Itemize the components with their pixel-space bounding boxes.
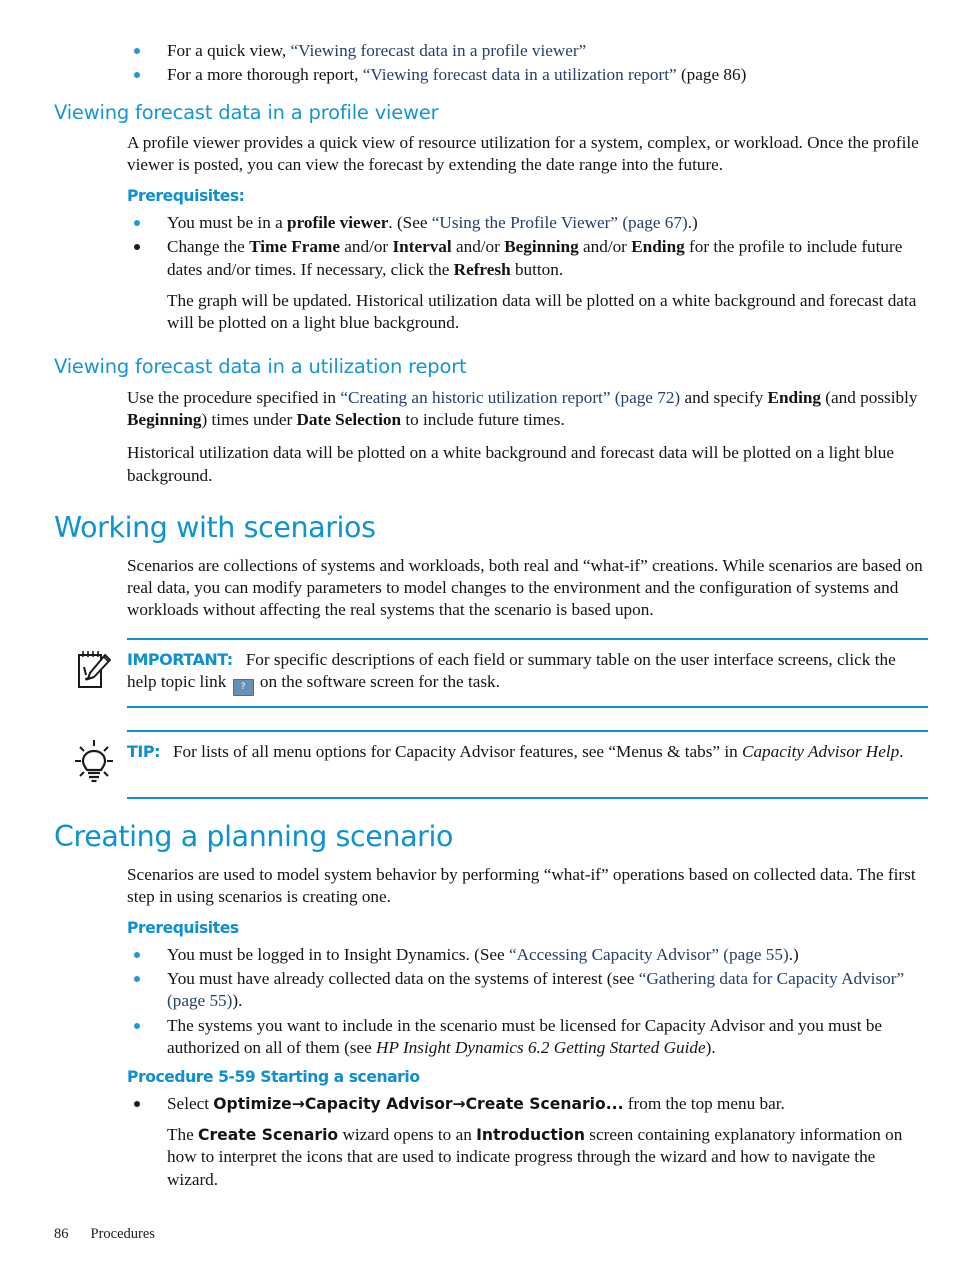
intro-bullet-1-prefix: For a quick view, [167, 41, 291, 60]
text-fragment: to include future times. [401, 410, 565, 430]
lightbulb-icon [74, 739, 114, 784]
text-fragment: Use the procedure specified in [127, 387, 341, 407]
text-fragment: button. [510, 259, 564, 279]
tip-text-b: . [899, 741, 904, 761]
help-topic-icon[interactable]: ? [232, 678, 254, 696]
text-fragment: and/or [339, 237, 393, 257]
intro-bullet-2-suffix: (page 86) [676, 65, 747, 85]
footer-chapter-name: Procedures [90, 1226, 155, 1242]
procedure-step-list: Select Optimize→Capacity Advisor→Create … [54, 1093, 928, 1191]
paragraph-scenarios-overview: Scenarios are collections of systems and… [127, 555, 923, 620]
term-ending: Ending [631, 237, 685, 257]
term-beginning: Beginning [127, 410, 202, 430]
text-fragment: .) [788, 944, 799, 964]
intro-bullet-list: For a quick view, “Viewing forecast data… [54, 40, 928, 87]
link-viewing-forecast-profile-viewer[interactable]: “Viewing forecast data in a profile view… [290, 41, 586, 60]
intro-bullet-2-prefix: For a more thorough report, [167, 65, 363, 85]
prerequisites-list-profile-viewer: You must be in a profile viewer. (See “U… [54, 212, 928, 334]
link-using-the-profile-viewer[interactable]: “Using the Profile Viewer” (page 67) [432, 213, 688, 232]
text-fragment: You must be in a [167, 213, 288, 233]
reference-getting-started-guide: HP Insight Dynamics 6.2 Getting Started … [376, 1037, 706, 1057]
prerequisites-list-planning-scenario: You must be logged in to Insight Dynamic… [54, 944, 928, 1059]
term-introduction: Introduction [476, 1126, 585, 1145]
text-fragment: ). [232, 991, 243, 1011]
term-ending: Ending [767, 387, 821, 407]
paragraph-planning-scenario-intro: Scenarios are used to model system behav… [127, 864, 916, 906]
notepad-pencil-icon [74, 648, 114, 692]
term-date-selection: Date Selection [296, 410, 402, 430]
text-fragment: from the top menu bar. [623, 1093, 785, 1113]
heading-prerequisites-profile-viewer: Prerequisites: [127, 187, 245, 206]
text-fragment: Change the [167, 237, 250, 257]
text-fragment: .) [687, 213, 698, 233]
link-accessing-capacity-advisor[interactable]: “Accessing Capacity Advisor” (page 55) [509, 945, 789, 964]
paragraph-utilization-plotting: Historical utilization data will be plot… [127, 443, 895, 485]
callout-important: IMPORTANT: For specific descriptions of e… [78, 637, 928, 708]
link-creating-historic-utilization-report[interactable]: “Creating an historic utilization report… [340, 388, 680, 407]
term-create-scenario: Create Scenario [198, 1126, 339, 1145]
menu-path-optimize-capacity-advisor-create-scenario: Optimize→Capacity Advisor→Create Scenari… [213, 1094, 624, 1113]
paragraph-create-scenario-wizard: The Create Scenario wizard opens to an I… [167, 1124, 928, 1191]
tip-text-italic: Capacity Advisor Help [742, 741, 900, 761]
heading-creating-planning-scenario: Creating a planning scenario [54, 819, 454, 853]
term-refresh: Refresh [453, 259, 511, 279]
list-item: You must be in a profile viewer. (See “U… [127, 212, 928, 234]
important-label: IMPORTANT: [127, 649, 233, 669]
paragraph-utilization-procedure: Use the procedure specified in “Creating… [127, 387, 928, 432]
text-fragment: wizard opens to an [338, 1125, 477, 1145]
heading-viewing-forecast-profile-viewer: Viewing forecast data in a profile viewe… [54, 100, 439, 124]
list-item: Change the Time Frame and/or Interval an… [127, 236, 928, 334]
list-item: The systems you want to include in the s… [127, 1015, 928, 1060]
text-fragment: ) times under [201, 410, 297, 430]
term-interval: Interval [392, 237, 452, 257]
list-item: You must have already collected data on … [127, 968, 928, 1013]
paragraph-graph-updated: The graph will be updated. Historical ut… [167, 290, 917, 333]
list-item: For a more thorough report, “Viewing for… [127, 64, 928, 86]
heading-procedure-5-59: Procedure 5-59 Starting a scenario [127, 1068, 420, 1087]
footer-page-number: 86 [54, 1226, 69, 1242]
list-item: You must be logged in to Insight Dynamic… [127, 944, 928, 966]
tip-text-a: For lists of all menu options for Capaci… [173, 741, 742, 761]
callout-tip: TIP: For lists of all menu options for Ca… [75, 729, 928, 799]
paragraph-profile-viewer-intro: A profile viewer provides a quick view o… [127, 132, 919, 175]
heading-prerequisites-planning-scenario: Prerequisites [127, 919, 239, 938]
text-fragment: You must be logged in to Insight Dynamic… [167, 944, 509, 964]
text-fragment: . (See [388, 213, 432, 233]
text-fragment: (and possibly [821, 387, 918, 407]
term-beginning: Beginning [504, 237, 579, 257]
text-fragment: The [167, 1125, 199, 1145]
text-fragment: and/or [451, 237, 505, 257]
text-fragment: ). [705, 1037, 716, 1057]
text-fragment: and/or [578, 237, 632, 257]
heading-viewing-forecast-utilization-report: Viewing forecast data in a utilization r… [54, 355, 467, 379]
page-footer: 86 Procedures [54, 1226, 155, 1243]
list-item: For a quick view, “Viewing forecast data… [127, 40, 928, 62]
important-text-b: on the software screen for the task. [255, 671, 500, 691]
text-fragment: You must have already collected data on … [167, 969, 639, 989]
text-fragment: Select [167, 1093, 214, 1113]
document-page: For a quick view, “Viewing forecast data… [0, 0, 954, 1271]
term-time-frame: Time Frame [249, 237, 340, 257]
list-item: Select Optimize→Capacity Advisor→Create … [127, 1093, 928, 1191]
link-viewing-forecast-utilization-report[interactable]: “Viewing forecast data in a utilization … [363, 65, 677, 84]
text-fragment: and specify [680, 387, 768, 407]
term-profile-viewer: profile viewer [287, 213, 389, 233]
tip-label: TIP: [127, 741, 161, 761]
heading-working-with-scenarios: Working with scenarios [54, 510, 376, 544]
